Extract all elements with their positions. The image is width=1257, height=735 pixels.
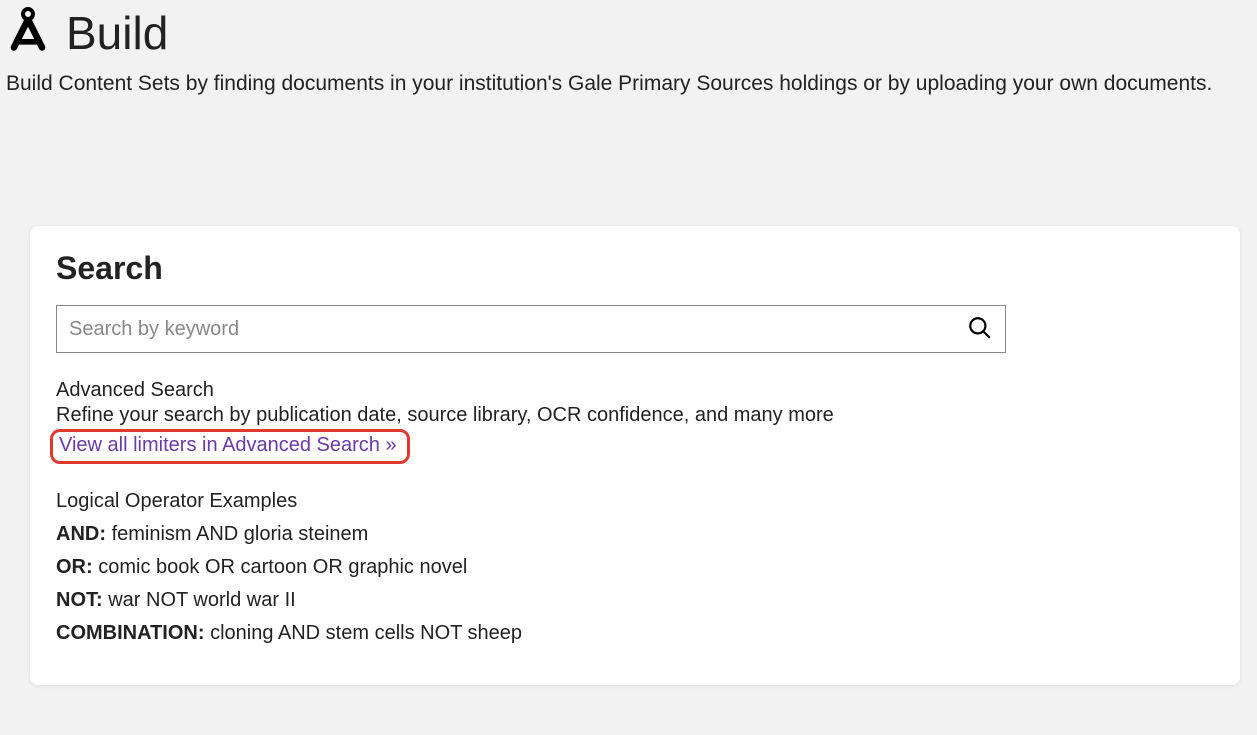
page-subtitle: Build Content Sets by finding documents … (6, 72, 1251, 96)
operator-example: AND: feminism AND gloria steinem (56, 523, 1214, 546)
search-box (56, 305, 1006, 353)
operator-text: war NOT world war II (108, 589, 295, 611)
advanced-search-link[interactable]: View all limiters in Advanced Search » (59, 434, 397, 456)
operator-example: NOT: war NOT world war II (56, 589, 1214, 612)
operator-label: COMBINATION: (56, 622, 205, 644)
operator-example: COMBINATION: cloning AND stem cells NOT … (56, 622, 1214, 645)
operators-list: AND: feminism AND gloria steinem OR: com… (56, 523, 1214, 645)
operator-label: AND: (56, 523, 106, 545)
build-tool-icon (6, 7, 54, 60)
operator-text: comic book OR cartoon OR graphic novel (98, 556, 467, 578)
operators-heading: Logical Operator Examples (56, 490, 1214, 513)
search-input[interactable] (69, 318, 967, 341)
search-card: Search Advanced Search Refine your searc… (30, 226, 1240, 685)
page-header: Build Build Content Sets by finding docu… (0, 0, 1257, 96)
search-icon (967, 315, 993, 344)
operator-text: feminism AND gloria steinem (112, 523, 369, 545)
title-row: Build (6, 6, 1251, 60)
operator-example: OR: comic book OR cartoon OR graphic nov… (56, 556, 1214, 579)
search-button[interactable] (967, 315, 993, 344)
operator-label: NOT: (56, 589, 103, 611)
operator-label: OR: (56, 556, 93, 578)
advanced-search-desc: Refine your search by publication date, … (56, 404, 1214, 427)
operator-text: cloning AND stem cells NOT sheep (210, 622, 522, 644)
page-title: Build (66, 6, 168, 60)
advanced-link-highlight: View all limiters in Advanced Search » (50, 429, 410, 464)
search-heading: Search (56, 250, 1214, 287)
advanced-search-heading: Advanced Search (56, 379, 1214, 402)
